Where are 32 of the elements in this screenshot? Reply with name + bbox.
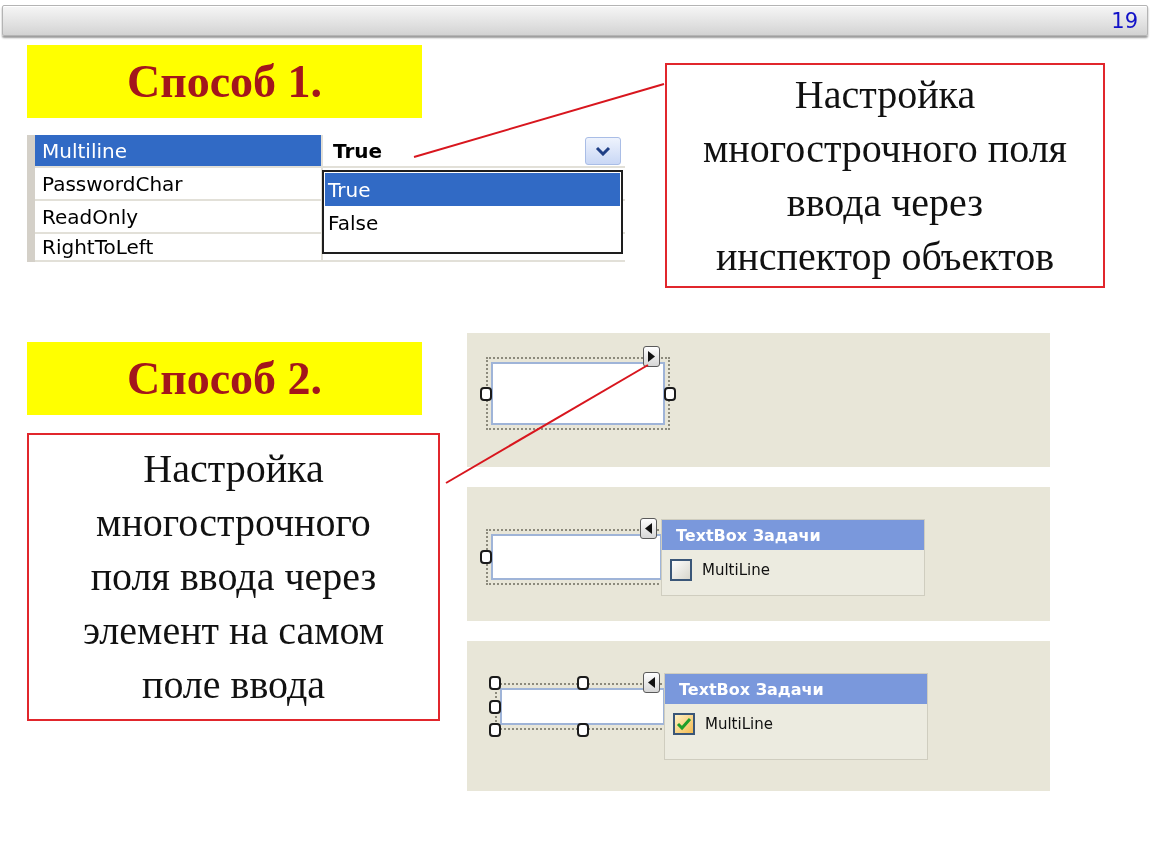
caret-icon [648, 677, 655, 688]
smart-tag-button[interactable] [643, 672, 660, 693]
dropdown-option[interactable]: True [325, 173, 620, 206]
resize-handle[interactable] [576, 723, 589, 737]
method-heading: Способ 2. [27, 342, 422, 415]
resize-handle[interactable] [480, 550, 492, 564]
property-name[interactable]: Multiline [35, 135, 323, 166]
smart-tag-button[interactable] [640, 518, 657, 539]
resize-handle[interactable] [576, 676, 589, 690]
checkbox[interactable] [673, 713, 695, 735]
checkbox-label: MultiLine [702, 561, 770, 579]
method-heading: Способ 1. [27, 45, 422, 118]
dropdown-button[interactable] [585, 136, 621, 165]
callout-text: Настройка многострочного поля ввода через инспектор объектов [703, 70, 1067, 281]
tasks-panel-title: TextBox Задачи [662, 520, 924, 550]
callout-text: Настройка многострочного поля ввода через элемент на самом поле ввода [82, 445, 385, 709]
text-box-field[interactable] [491, 534, 662, 580]
tasks-panel-title: TextBox Задачи [665, 674, 927, 704]
caret-icon [648, 351, 655, 362]
resize-handle[interactable] [489, 699, 501, 714]
smart-tag-button[interactable] [643, 346, 660, 367]
checkbox-label: MultiLine [705, 715, 773, 733]
caret-icon [645, 523, 652, 534]
resize-handle[interactable] [489, 676, 501, 690]
chevron-down-icon [595, 145, 611, 156]
resize-handle[interactable] [489, 723, 501, 737]
page-number: 19 [1111, 8, 1138, 33]
checkbox[interactable] [670, 559, 692, 581]
property-value: True [333, 138, 383, 163]
text-box-field[interactable] [500, 688, 665, 725]
resize-handle[interactable] [664, 386, 676, 401]
resize-handle[interactable] [480, 386, 492, 401]
